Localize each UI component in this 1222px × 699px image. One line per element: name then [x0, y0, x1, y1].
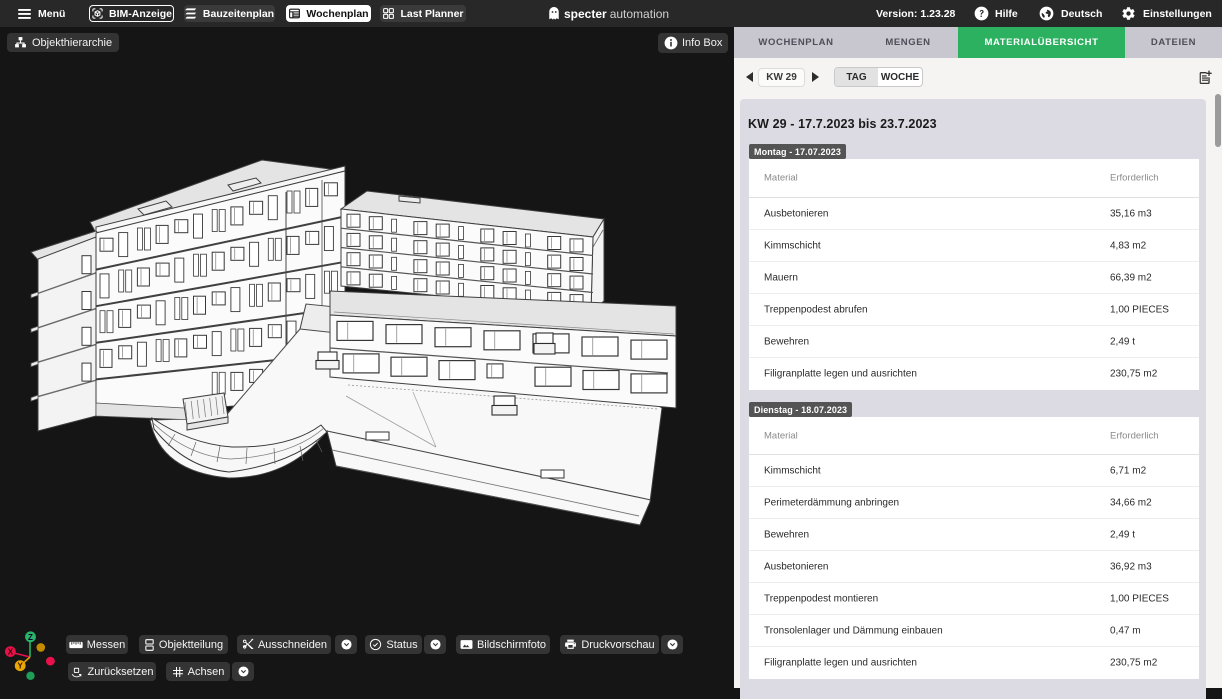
svg-text:Z: Z — [28, 633, 33, 642]
svg-text:X: X — [8, 648, 14, 657]
svg-text:Y: Y — [18, 662, 24, 671]
